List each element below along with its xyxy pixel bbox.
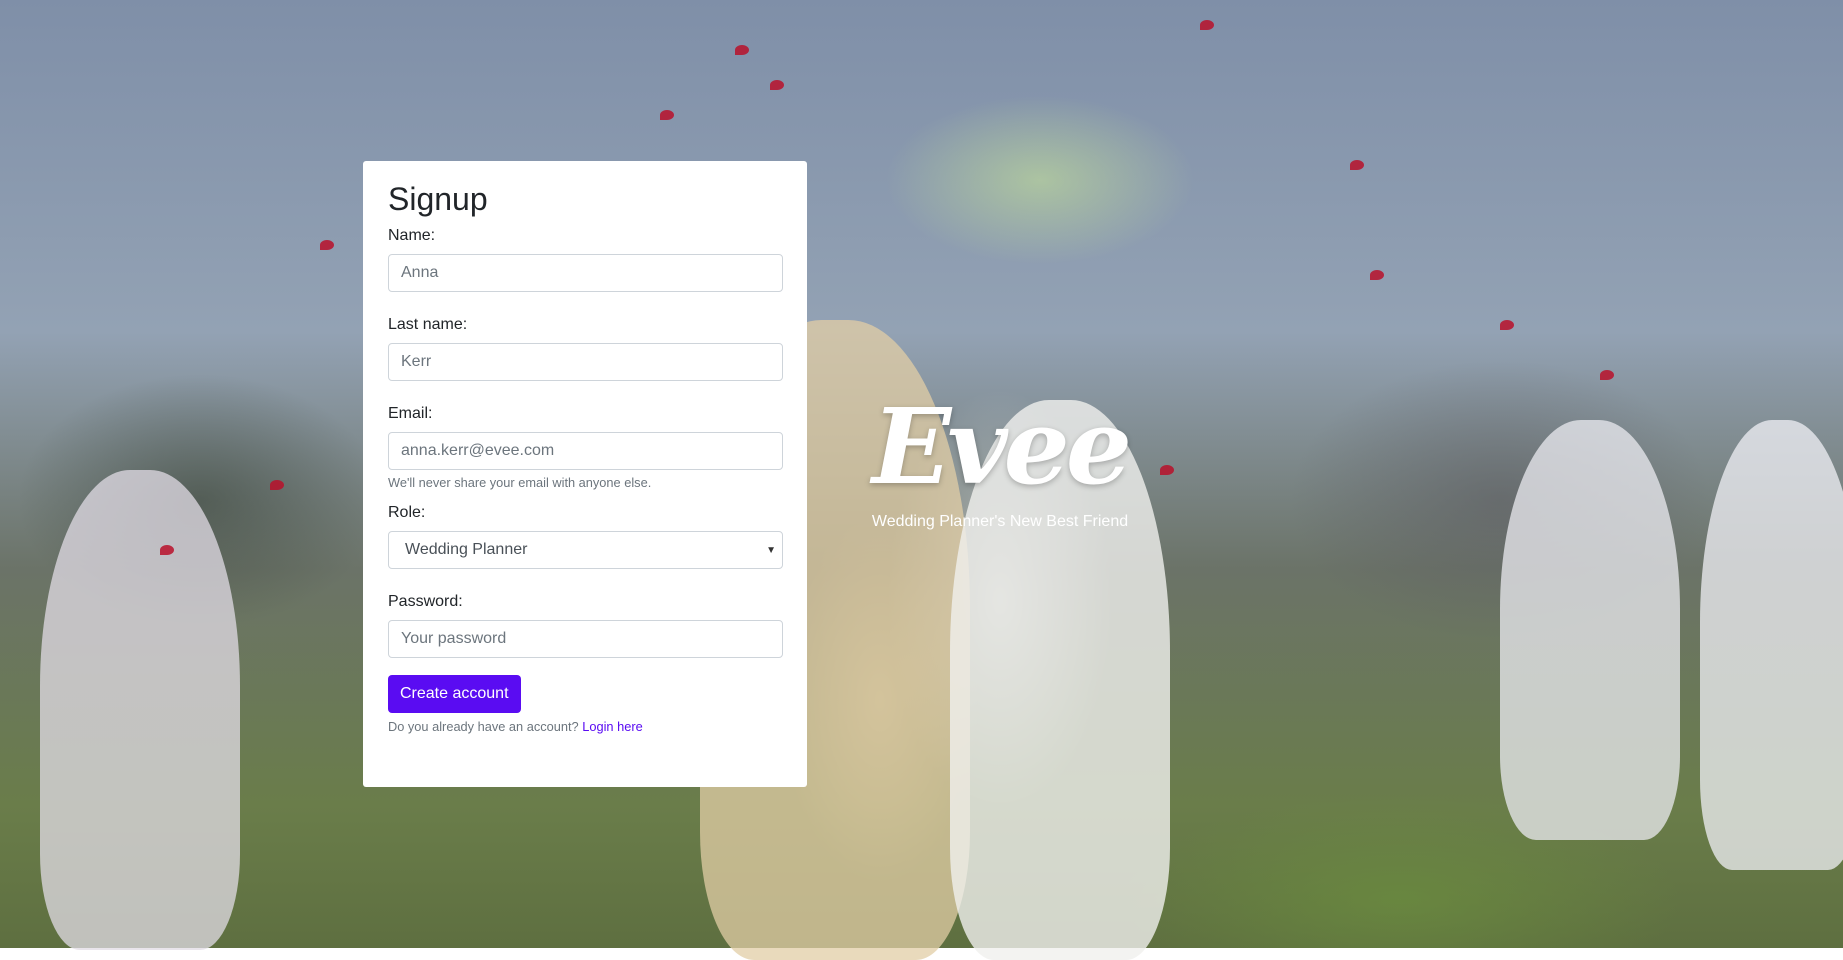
- email-label: Email:: [388, 405, 433, 422]
- email-help-text: We'll never share your email with anyone…: [388, 475, 652, 490]
- petal: [270, 480, 284, 490]
- create-account-button[interactable]: Create account: [388, 675, 521, 713]
- last-name-label: Last name:: [388, 316, 468, 333]
- name-label: Name:: [388, 227, 436, 244]
- petal: [735, 45, 749, 55]
- email-input[interactable]: [388, 432, 783, 470]
- guest-figure-right: [1500, 420, 1680, 840]
- petal: [1200, 20, 1214, 30]
- petal: [1500, 320, 1514, 330]
- page-title: Signup: [388, 181, 488, 217]
- petal: [1350, 160, 1364, 170]
- petal: [320, 240, 334, 250]
- login-prompt-text: Do you already have an account?: [388, 719, 579, 734]
- petal: [660, 110, 674, 120]
- petal: [770, 80, 784, 90]
- name-input[interactable]: [388, 254, 783, 292]
- brand-block: Evee Wedding Planner's New Best Friend: [870, 385, 1132, 531]
- last-name-input[interactable]: [388, 343, 783, 381]
- role-selected-value: Wedding Planner: [405, 541, 528, 558]
- petal: [160, 545, 174, 555]
- petal: [1600, 370, 1614, 380]
- role-label: Role:: [388, 504, 426, 521]
- guest-figure-left: [40, 470, 240, 950]
- role-select[interactable]: Wedding Planner ▼: [388, 531, 783, 569]
- evee-logo: Evee: [871, 385, 1132, 508]
- tagline: Wedding Planner's New Best Friend: [871, 513, 1129, 530]
- signup-card: Signup Name: Last name: Email: We'll nev…: [363, 161, 807, 787]
- guest-figure-far-right: [1700, 420, 1843, 870]
- login-link[interactable]: Login here: [582, 719, 642, 734]
- petal: [1160, 465, 1174, 475]
- chevron-down-icon: ▼: [766, 545, 776, 556]
- petal: [1370, 270, 1384, 280]
- password-input[interactable]: [388, 620, 783, 658]
- login-prompt: Do you already have an account? Login he…: [388, 719, 782, 734]
- password-label: Password:: [388, 593, 463, 610]
